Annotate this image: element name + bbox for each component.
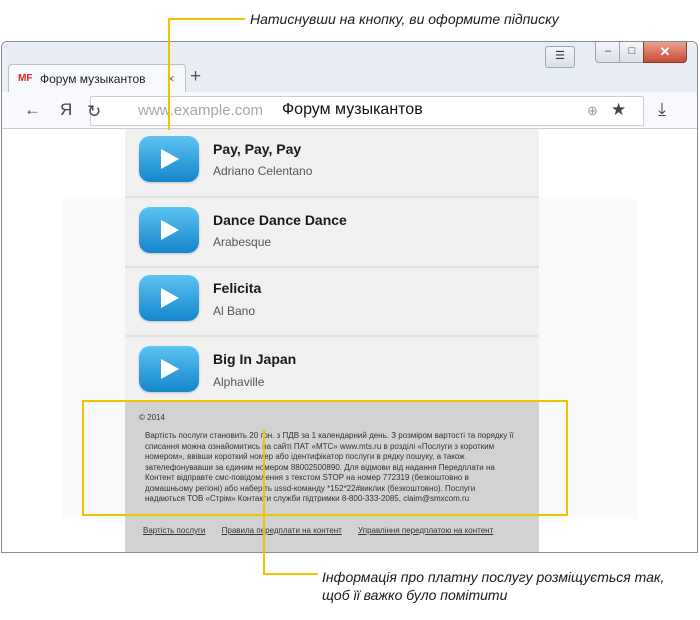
song-artist: Arabesque bbox=[213, 235, 272, 249]
address-domain: www.example.com bbox=[138, 102, 264, 119]
play-icon bbox=[161, 149, 179, 169]
play-button[interactable] bbox=[139, 136, 199, 182]
download-icon[interactable]: ⤓ bbox=[658, 99, 666, 120]
song-title: Dance Dance Dance bbox=[213, 212, 347, 228]
play-button[interactable] bbox=[139, 207, 199, 253]
star-icon[interactable]: ★ bbox=[611, 100, 626, 120]
new-tab-button[interactable]: + bbox=[190, 66, 201, 88]
divider bbox=[125, 335, 539, 337]
highlight-box bbox=[82, 400, 568, 516]
play-button[interactable] bbox=[139, 275, 199, 321]
close-icon: ✕ bbox=[659, 44, 671, 59]
back-icon[interactable]: ← bbox=[24, 100, 41, 120]
list-item[interactable]: Felicita Al Bano bbox=[125, 268, 539, 334]
list-item[interactable]: Big In Japan Alphaville bbox=[125, 338, 539, 401]
footer-link-rules[interactable]: Правила передплати на контент bbox=[222, 526, 342, 535]
divider bbox=[125, 196, 539, 198]
annotation-subscribe: Натиснувши на кнопку, ви оформите підпис… bbox=[250, 11, 559, 27]
play-button[interactable] bbox=[139, 346, 199, 392]
reload-icon[interactable]: ↻ bbox=[87, 102, 101, 122]
play-icon bbox=[161, 288, 179, 308]
list-item[interactable]: Pay, Pay, Pay Adriano Celentano bbox=[125, 129, 539, 195]
annotation-hidden-info: Інформація про платну послугу розміщуєть… bbox=[322, 569, 665, 603]
tab-favicon: MF bbox=[18, 73, 33, 84]
footer-link-price[interactable]: Вартість послуги bbox=[143, 526, 205, 535]
play-icon bbox=[161, 359, 179, 379]
play-icon bbox=[161, 220, 179, 240]
address-bar[interactable]: ↻ www.example.com Форум музыкантов ⊕ ★ bbox=[87, 96, 644, 126]
close-window-button[interactable]: ✕ bbox=[643, 42, 687, 63]
address-page-title: Форум музыкантов bbox=[282, 101, 423, 118]
tab-title: Форум музыкантов bbox=[40, 72, 146, 86]
song-title: Big In Japan bbox=[213, 351, 297, 367]
annotation-line bbox=[263, 573, 318, 575]
song-artist: Adriano Celentano bbox=[213, 164, 313, 178]
globe-icon[interactable]: ⊕ bbox=[587, 103, 598, 119]
menu-button[interactable]: ☰ bbox=[545, 46, 575, 68]
minimize-icon: – bbox=[604, 45, 612, 57]
song-title: Felicita bbox=[213, 280, 262, 296]
annotation-line bbox=[168, 18, 170, 130]
footer-links: Вартість послуги Правила передплати на к… bbox=[143, 526, 507, 535]
menu-icon: ☰ bbox=[555, 50, 565, 62]
footer-link-manage[interactable]: Управління передплатою на контент bbox=[358, 526, 493, 535]
minimize-button[interactable]: – bbox=[595, 42, 621, 63]
browser-tab[interactable]: MF Форум музыкантов × bbox=[8, 64, 186, 93]
list-item[interactable]: Dance Dance Dance Arabesque bbox=[125, 199, 539, 265]
annotation-line bbox=[263, 430, 265, 574]
maximize-icon: □ bbox=[628, 45, 636, 57]
song-artist: Alphaville bbox=[213, 375, 265, 389]
song-title: Pay, Pay, Pay bbox=[213, 141, 302, 157]
yandex-icon[interactable]: Я bbox=[60, 100, 72, 120]
maximize-button[interactable]: □ bbox=[619, 42, 645, 63]
annotation-line bbox=[168, 18, 245, 20]
song-artist: Al Bano bbox=[213, 304, 256, 318]
browser-toolbar: ← Я ↻ www.example.com Форум музыкантов ⊕… bbox=[2, 92, 697, 129]
